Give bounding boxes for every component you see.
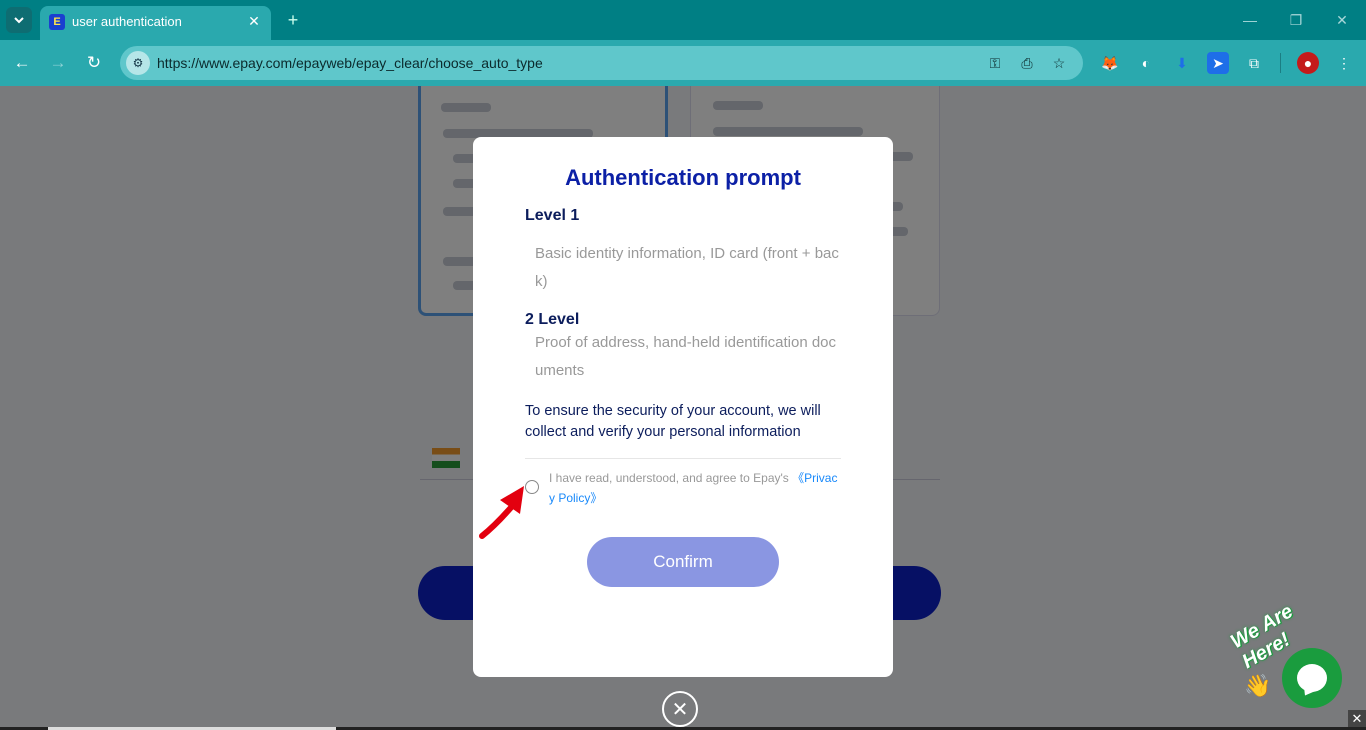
level2-description: Proof of address, hand-held identificati… [535, 334, 837, 379]
password-key-icon[interactable]: ⚿ [986, 54, 1004, 72]
window-close-icon[interactable]: ✕ [1332, 10, 1352, 30]
tab-strip: E user authentication ✕ + — ❐ ✕ [0, 0, 1366, 40]
reload-icon[interactable]: ↻ [82, 51, 106, 75]
site-info-icon[interactable]: ⚙ [126, 51, 150, 75]
tab-search-button[interactable] [6, 7, 32, 33]
forward-arrow-icon[interactable]: → [46, 51, 70, 75]
address-bar[interactable]: ⚙ https://www.epay.com/epayweb/epay_clea… [120, 46, 1083, 80]
chat-launcher-button[interactable] [1282, 648, 1342, 708]
level1-description: Basic identity information, ID card (fro… [535, 245, 839, 290]
install-app-icon[interactable]: ⎙ [1018, 54, 1036, 72]
chevron-down-icon [14, 17, 24, 24]
chat-close-icon[interactable]: ✕ [1348, 710, 1366, 728]
active-tab[interactable]: E user authentication ✕ [40, 6, 271, 40]
metamask-extension-icon[interactable]: 🦊 [1099, 52, 1121, 74]
bookmark-star-icon[interactable]: ☆ [1050, 54, 1068, 72]
restore-icon[interactable]: ❐ [1286, 10, 1306, 30]
tab-title: user authentication [72, 14, 182, 29]
epay-favicon-icon: E [49, 14, 65, 30]
back-arrow-icon[interactable]: ← [10, 51, 34, 75]
modal-close-icon[interactable]: ✕ [662, 691, 698, 727]
chat-bubble-icon [1297, 664, 1327, 692]
level1-title: Level 1 [525, 207, 580, 224]
menu-dots-icon[interactable]: ⋮ [1333, 52, 1355, 74]
minimize-icon[interactable]: — [1240, 10, 1260, 30]
url-text[interactable]: https://www.epay.com/epayweb/epay_clear/… [157, 55, 543, 71]
extensions-puzzle-icon[interactable]: ⧉ [1243, 52, 1265, 74]
red-arrow-annotation-icon [479, 486, 524, 539]
new-tab-plus-icon[interactable]: + [283, 10, 303, 30]
modal-title: Authentication prompt [565, 165, 801, 190]
toolbar-divider [1280, 53, 1281, 73]
modal-divider [525, 458, 841, 459]
download-icon[interactable]: ⬇ [1171, 52, 1193, 74]
extension-icon[interactable]: ◐ [1135, 52, 1157, 74]
level2-title: 2 Level [525, 311, 580, 328]
authentication-modal: Authentication prompt Level 1 Basic iden… [473, 137, 893, 677]
security-notice: To ensure the security of your account, … [525, 403, 821, 440]
agreement-text: I have read, understood, and agree to Ep… [549, 468, 843, 508]
browser-toolbar: ← → ↻ ⚙ https://www.epay.com/epayweb/epa… [0, 40, 1366, 86]
agreement-label: I have read, understood, and agree to Ep… [549, 471, 793, 485]
confirm-button[interactable]: Confirm [587, 537, 779, 587]
close-tab-icon[interactable]: ✕ [245, 12, 263, 30]
waving-hand-icon: 👋 [1244, 673, 1272, 698]
cursor-extension-icon[interactable]: ➤ [1207, 52, 1229, 74]
profile-avatar[interactable]: ● [1297, 52, 1319, 74]
